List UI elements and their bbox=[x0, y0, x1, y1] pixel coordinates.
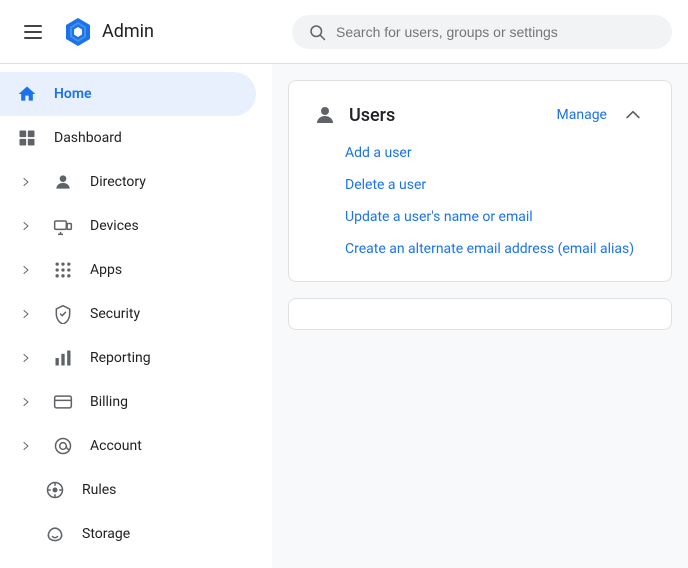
at-icon bbox=[52, 435, 74, 457]
dashboard-icon bbox=[16, 127, 38, 149]
home-icon bbox=[16, 83, 38, 105]
app-title: Admin bbox=[102, 21, 154, 42]
sidebar-item-apps[interactable]: Apps bbox=[0, 248, 256, 292]
main-content: Users Manage Add a user Delete a user Up… bbox=[272, 64, 688, 568]
add-user-link[interactable]: Add a user bbox=[345, 145, 647, 161]
sidebar-label-dashboard: Dashboard bbox=[54, 130, 240, 146]
chevron-devices-icon bbox=[16, 216, 36, 236]
shield-icon bbox=[52, 303, 74, 325]
sidebar-label-reporting: Reporting bbox=[90, 350, 240, 366]
sidebar-label-account: Account bbox=[90, 438, 240, 454]
sidebar-label-security: Security bbox=[90, 306, 240, 322]
sidebar-item-billing[interactable]: Billing bbox=[0, 380, 256, 424]
sidebar-label-home: Home bbox=[54, 86, 240, 102]
google-admin-logo bbox=[62, 16, 94, 48]
chevron-billing-icon bbox=[16, 392, 36, 412]
sidebar-item-storage[interactable]: Storage bbox=[0, 512, 256, 556]
sidebar-label-rules: Rules bbox=[82, 482, 240, 498]
sidebar: Home Dashboard Directory bbox=[0, 64, 272, 568]
sidebar-item-account[interactable]: Account bbox=[0, 424, 256, 468]
sidebar-label-billing: Billing bbox=[90, 394, 240, 410]
menu-icon[interactable] bbox=[16, 17, 50, 47]
devices-icon bbox=[52, 215, 74, 237]
billing-icon bbox=[52, 391, 74, 413]
sidebar-label-devices: Devices bbox=[90, 218, 240, 234]
app-header: Admin bbox=[0, 0, 688, 64]
sidebar-item-dashboard[interactable]: Dashboard bbox=[0, 116, 256, 160]
sidebar-item-reporting[interactable]: Reporting bbox=[0, 336, 256, 380]
search-input[interactable] bbox=[336, 24, 656, 40]
sidebar-item-security[interactable]: Security bbox=[0, 292, 256, 336]
update-user-link[interactable]: Update a user's name or email bbox=[345, 209, 647, 225]
logo-container: Admin bbox=[62, 16, 154, 48]
person-icon bbox=[52, 171, 74, 193]
rules-icon bbox=[44, 479, 66, 501]
chevron-apps-icon bbox=[16, 260, 36, 280]
reporting-icon bbox=[52, 347, 74, 369]
chevron-reporting-icon bbox=[16, 348, 36, 368]
sidebar-label-directory: Directory bbox=[90, 174, 240, 190]
delete-user-link[interactable]: Delete a user bbox=[345, 177, 647, 193]
collapse-users-button[interactable] bbox=[619, 101, 647, 129]
chevron-security-icon bbox=[16, 304, 36, 324]
users-card-icon bbox=[313, 103, 337, 127]
sidebar-label-storage: Storage bbox=[82, 526, 240, 542]
users-manage-link[interactable]: Manage bbox=[557, 107, 607, 123]
header-left: Admin bbox=[16, 16, 276, 48]
search-icon bbox=[308, 23, 326, 41]
apps-icon bbox=[52, 259, 74, 281]
sidebar-item-rules[interactable]: Rules bbox=[0, 468, 256, 512]
sidebar-label-apps: Apps bbox=[90, 262, 240, 278]
second-card-stub bbox=[288, 298, 672, 330]
chevron-directory-icon bbox=[16, 172, 36, 192]
sidebar-item-devices[interactable]: Devices bbox=[0, 204, 256, 248]
main-layout: Home Dashboard Directory bbox=[0, 64, 688, 568]
users-card: Users Manage Add a user Delete a user Up… bbox=[288, 80, 672, 282]
users-card-title: Users bbox=[349, 105, 545, 126]
storage-icon bbox=[44, 523, 66, 545]
search-bar bbox=[292, 15, 672, 49]
sidebar-item-directory[interactable]: Directory bbox=[0, 160, 256, 204]
chevron-account-icon bbox=[16, 436, 36, 456]
sidebar-item-home[interactable]: Home bbox=[0, 72, 256, 116]
users-card-header: Users Manage bbox=[289, 81, 671, 145]
alternate-email-link[interactable]: Create an alternate email address (email… bbox=[345, 241, 647, 257]
users-card-links: Add a user Delete a user Update a user's… bbox=[289, 145, 671, 281]
